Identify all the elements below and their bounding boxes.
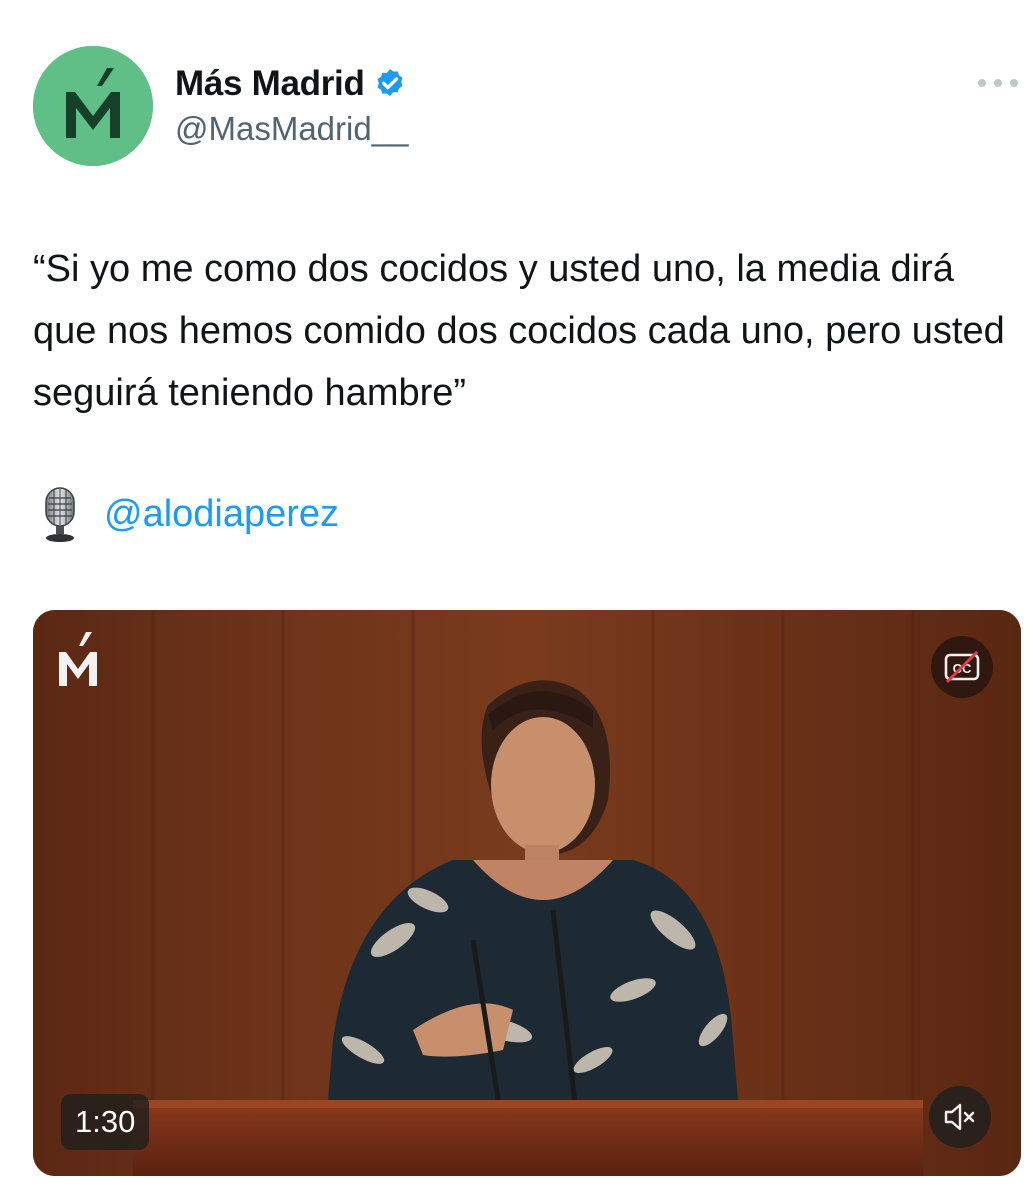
credit-mention-link[interactable]: @alodiaperez xyxy=(104,493,339,536)
author-name-row: Más Madrid xyxy=(175,62,407,106)
closed-captions-button[interactable]: CC xyxy=(931,636,993,698)
unmute-button[interactable] xyxy=(929,1086,991,1148)
video-player[interactable]: CC 1:30 xyxy=(33,610,1021,1176)
author-display-name[interactable]: Más Madrid xyxy=(175,64,365,104)
microphone-icon xyxy=(45,487,75,542)
video-duration: 1:30 xyxy=(61,1094,150,1150)
more-options-button[interactable] xyxy=(978,70,1018,96)
video-frame xyxy=(33,610,1021,1176)
speaker-muted-icon xyxy=(944,1103,975,1131)
closed-captions-icon: CC xyxy=(944,650,980,684)
mas-madrid-watermark-icon xyxy=(59,632,97,686)
avatar[interactable] xyxy=(33,46,153,166)
author-handle[interactable]: @MasMadrid__ xyxy=(175,110,408,148)
mas-madrid-logo-icon xyxy=(33,46,153,166)
verified-badge-icon xyxy=(377,69,403,97)
tweet-credit: @alodiaperez xyxy=(40,484,339,544)
tweet-text: “Si yo me como dos cocidos y usted uno, … xyxy=(33,248,1005,414)
more-dot-icon xyxy=(1010,79,1018,87)
more-dot-icon xyxy=(978,79,986,87)
more-dot-icon xyxy=(994,79,1002,87)
